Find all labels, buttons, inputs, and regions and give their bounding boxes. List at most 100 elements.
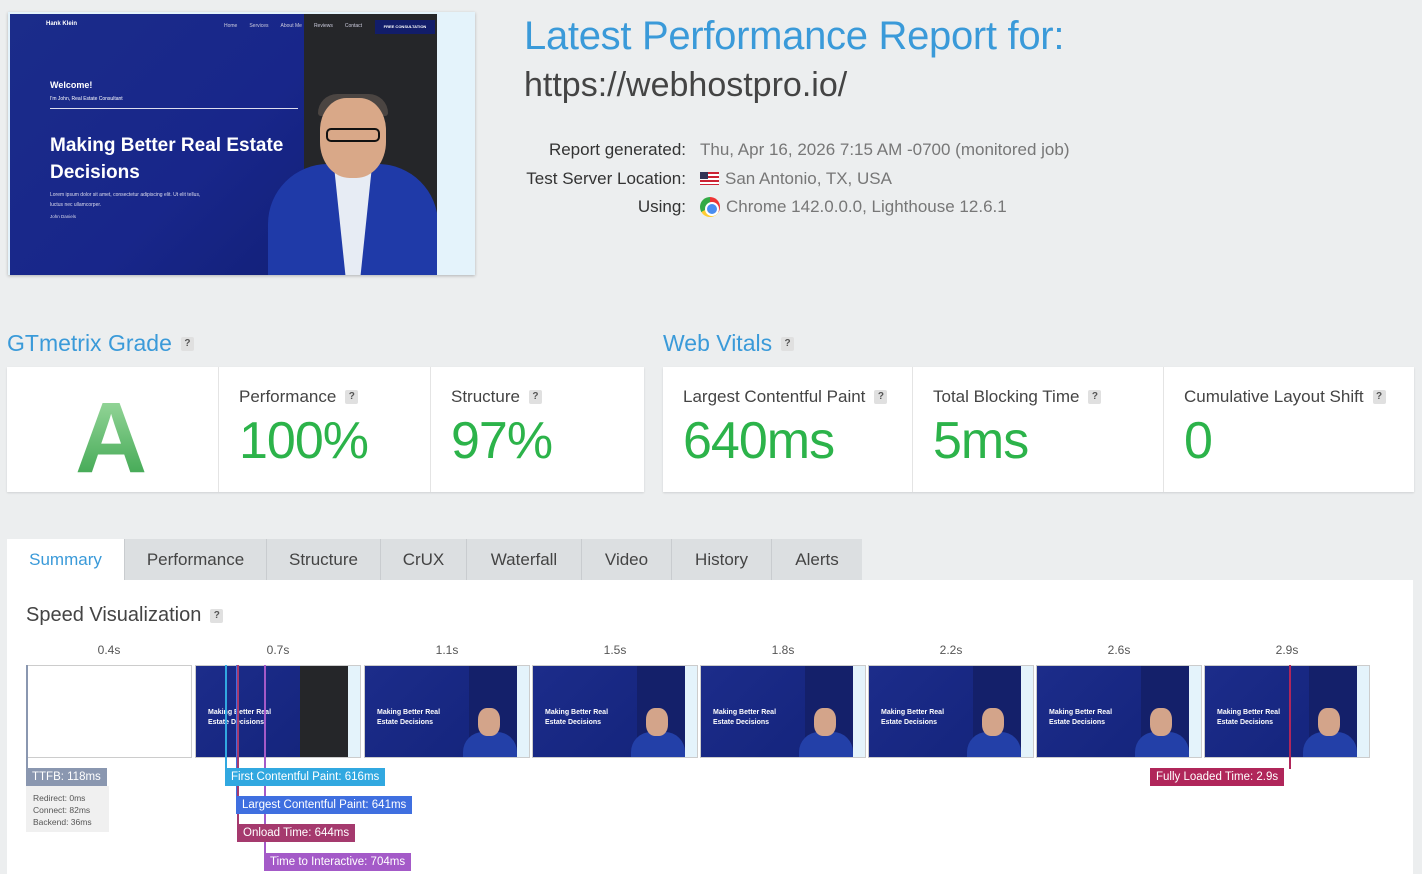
grade-help-icon[interactable]: ? bbox=[180, 336, 194, 351]
preview-headline: Making Better Real Estate Decisions bbox=[50, 135, 284, 183]
filmstrip-frame[interactable]: Making Better Real Estate Decisions bbox=[700, 665, 866, 758]
generated-value: Thu, Apr 16, 2026 7:15 AM -0700 (monitor… bbox=[700, 140, 1070, 160]
frame-headline: Making Better Real Estate Decisions bbox=[1217, 709, 1281, 726]
tti-marker: Time to Interactive: 704ms bbox=[264, 853, 412, 871]
report-url[interactable]: https://webhostpro.io/ bbox=[524, 66, 847, 105]
location-label: Test Server Location: bbox=[526, 168, 686, 188]
grade-cards: A Performance? 100% Structure? 97% bbox=[7, 367, 644, 494]
redirect-time: Redirect: 0ms bbox=[33, 793, 86, 803]
onload-marker: Onload Time: 644ms bbox=[237, 824, 356, 842]
preview-logo: Hank Klein bbox=[46, 21, 78, 27]
fully-loaded-marker: Fully Loaded Time: 2.9s bbox=[1150, 768, 1285, 786]
lcp-help-icon[interactable]: ? bbox=[874, 390, 888, 404]
tab-alerts[interactable]: Alerts bbox=[772, 539, 862, 580]
speed-visualization-heading: Speed Visualization ? bbox=[26, 604, 224, 627]
structure-card: Structure? 97% bbox=[431, 367, 644, 492]
preview-lorem: Lorem ipsum dolor sit amet, consectetur … bbox=[50, 192, 201, 208]
filmstrip-frame[interactable]: Making Better Real Estate Decisions bbox=[364, 665, 530, 758]
fcp-marker: First Contentful Paint: 616ms bbox=[225, 768, 386, 786]
cls-value: 0 bbox=[1184, 412, 1213, 470]
preview-intro: I'm John, Real Estate Consultant bbox=[50, 96, 123, 102]
cls-help-icon[interactable]: ? bbox=[1372, 390, 1386, 404]
performance-help-icon[interactable]: ? bbox=[345, 390, 359, 404]
filmstrip-frame[interactable] bbox=[26, 665, 192, 758]
preview-cta: FREE CONSULTATION bbox=[375, 20, 435, 34]
tbt-value: 5ms bbox=[933, 412, 1029, 470]
vitals-heading-text: Web Vitals bbox=[663, 330, 773, 356]
frame-headline: Making Better Real Estate Decisions bbox=[881, 709, 945, 726]
preview-signature: John Daniels bbox=[50, 214, 77, 219]
tab-structure[interactable]: Structure bbox=[267, 539, 381, 580]
page-title: Latest Performance Report for: bbox=[524, 14, 1065, 58]
tbt-label: Total Blocking Time bbox=[933, 387, 1080, 406]
ttfb-marker-line bbox=[26, 665, 28, 769]
speed-help-icon[interactable]: ? bbox=[210, 608, 224, 623]
tbt-card: Total Blocking Time? 5ms bbox=[913, 367, 1164, 492]
grade-heading-text: GTmetrix Grade bbox=[7, 330, 172, 356]
cls-label: Cumulative Layout Shift bbox=[1184, 387, 1364, 406]
frame-headline: Making Better Real Estate Decisions bbox=[713, 709, 777, 726]
preview-portrait bbox=[268, 94, 437, 275]
report-meta: Report generated: Thu, Apr 16, 2026 7:15… bbox=[480, 136, 1070, 222]
grade-heading: GTmetrix Grade ? bbox=[7, 330, 194, 357]
tab-performance[interactable]: Performance bbox=[125, 539, 267, 580]
lcp-marker: Largest Contentful Paint: 641ms bbox=[236, 796, 413, 814]
lcp-label: Largest Contentful Paint bbox=[683, 387, 866, 406]
lcp-card: Largest Contentful Paint? 640ms bbox=[663, 367, 913, 492]
frame-time: 1.8s bbox=[771, 643, 795, 657]
fully-loaded-marker-line bbox=[1289, 665, 1291, 769]
ttfb-breakdown: Redirect: 0ms Connect: 82ms Backend: 36m… bbox=[26, 786, 109, 832]
connect-time: Connect: 82ms bbox=[33, 805, 91, 815]
grade-letter: A bbox=[75, 382, 148, 494]
preview-nav: Hank Klein Home Services About Me Review… bbox=[46, 20, 437, 34]
backend-time: Backend: 36ms bbox=[33, 817, 92, 827]
tab-summary[interactable]: Summary bbox=[7, 539, 125, 580]
frame-headline: Making Better Real Estate Decisions bbox=[208, 709, 271, 726]
frame-headline: Making Better Real Estate Decisions bbox=[545, 709, 609, 726]
preview-nav-item: Services bbox=[249, 23, 269, 29]
structure-help-icon[interactable]: ? bbox=[528, 390, 542, 404]
chrome-icon bbox=[700, 197, 720, 218]
preview-welcome: Welcome! bbox=[50, 80, 93, 90]
frame-time: 1.1s bbox=[435, 643, 459, 657]
report-tabs: Summary Performance Structure CrUX Water… bbox=[7, 539, 862, 580]
filmstrip-frame[interactable]: Making Better Real Estate Decisions bbox=[195, 665, 361, 758]
preview-divider bbox=[50, 108, 298, 109]
preview-nav-item: Contact bbox=[344, 23, 363, 29]
tab-waterfall[interactable]: Waterfall bbox=[467, 539, 582, 580]
preview-nav-item: About Me bbox=[280, 23, 302, 29]
tab-history[interactable]: History bbox=[672, 539, 772, 580]
frame-headline: Making Better Real Estate Decisions bbox=[1049, 709, 1113, 726]
location-value: San Antonio, TX, USA bbox=[725, 168, 892, 188]
ttfb-marker: TTFB: 118ms bbox=[26, 768, 107, 786]
tab-video[interactable]: Video bbox=[582, 539, 672, 580]
performance-label: Performance bbox=[239, 387, 337, 406]
vitals-heading: Web Vitals ? bbox=[663, 330, 795, 357]
frame-time: 2.9s bbox=[1275, 643, 1299, 657]
performance-value: 100% bbox=[239, 412, 369, 470]
cls-card: Cumulative Layout Shift? 0 bbox=[1164, 367, 1414, 492]
speed-title-text: Speed Visualization bbox=[26, 604, 202, 626]
preview-site: Hank Klein Home Services About Me Review… bbox=[10, 14, 437, 275]
tab-crux[interactable]: CrUX bbox=[381, 539, 467, 580]
grade-card: A bbox=[7, 367, 219, 494]
filmstrip-frame[interactable]: Making Better Real Estate Decisions bbox=[1204, 665, 1370, 758]
website-preview: Hank Klein Home Services About Me Review… bbox=[8, 12, 475, 275]
vitals-cards: Largest Contentful Paint? 640ms Total Bl… bbox=[663, 367, 1414, 492]
structure-value: 97% bbox=[451, 412, 553, 470]
tbt-help-icon[interactable]: ? bbox=[1088, 390, 1102, 404]
frame-time: 2.6s bbox=[1107, 643, 1131, 657]
using-value: Chrome 142.0.0.0, Lighthouse 12.6.1 bbox=[726, 197, 1007, 217]
us-flag-icon bbox=[700, 172, 719, 186]
filmstrip-frame[interactable]: Making Better Real Estate Decisions bbox=[868, 665, 1034, 758]
filmstrip-frame[interactable]: Making Better Real Estate Decisions bbox=[532, 665, 698, 758]
preview-nav-item: Reviews bbox=[313, 23, 333, 29]
lcp-value: 640ms bbox=[683, 412, 835, 470]
vitals-help-icon[interactable]: ? bbox=[781, 336, 795, 351]
using-label: Using: bbox=[637, 197, 686, 217]
frame-time: 2.2s bbox=[939, 643, 963, 657]
generated-label: Report generated: bbox=[548, 140, 686, 160]
structure-label: Structure bbox=[451, 387, 520, 406]
fcp-marker-line bbox=[225, 665, 227, 769]
filmstrip-frame[interactable]: Making Better Real Estate Decisions bbox=[1036, 665, 1202, 758]
